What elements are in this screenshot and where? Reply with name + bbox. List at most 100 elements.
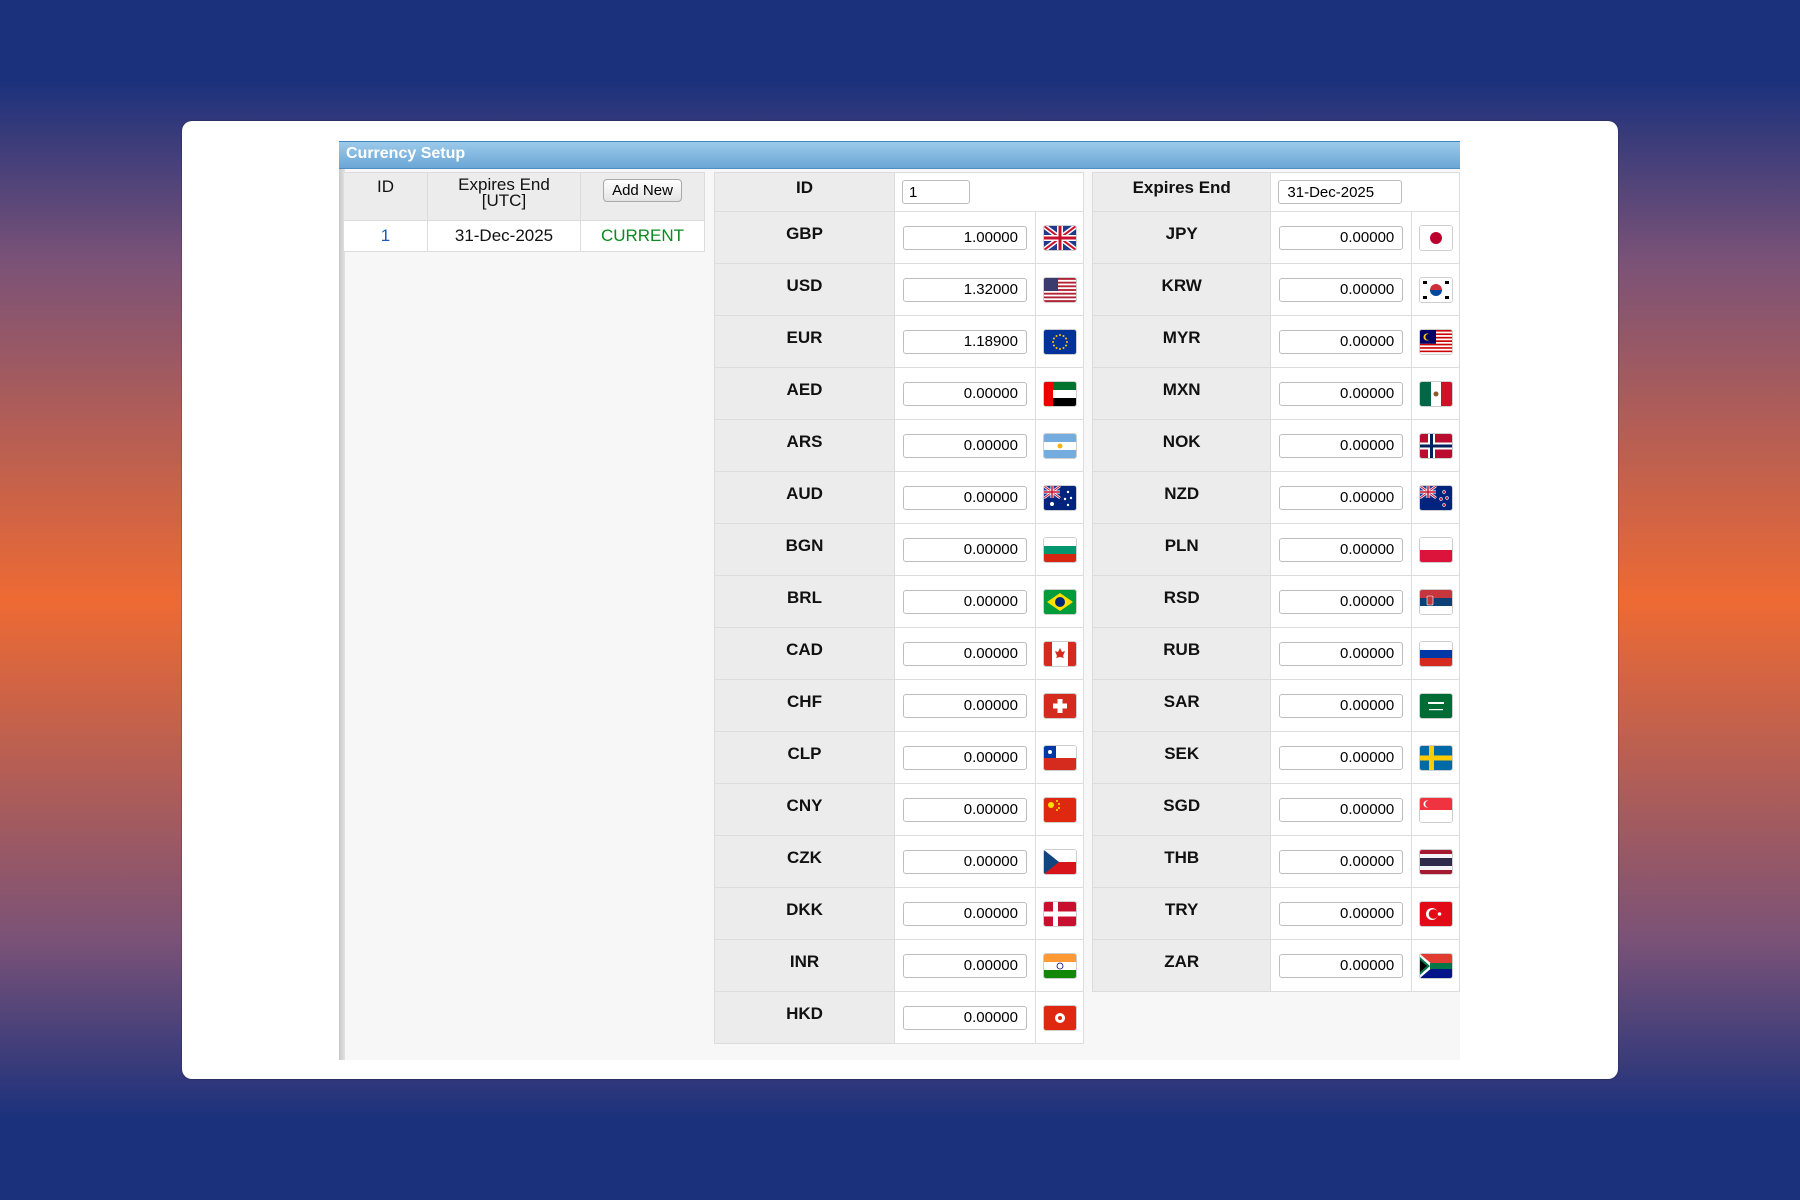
rate-input-jpy[interactable] [1279,225,1404,250]
currency-row-pln: PLN [1091,523,1460,576]
flag-cell [1035,731,1084,784]
rate-input-bgn[interactable] [903,537,1027,562]
rate-input-cad[interactable] [903,641,1027,666]
rate-input-clp[interactable] [903,745,1027,770]
currency-row-krw: KRW [1091,263,1460,316]
rate-input-sar[interactable] [1279,693,1404,718]
rate-input-mxn[interactable] [1279,381,1404,406]
china-flag-icon [1042,796,1077,823]
currency-row-sgd: SGD [1091,783,1460,836]
rate-input-usd[interactable] [903,277,1027,302]
rate-input-brl[interactable] [903,589,1027,614]
rate-input-ars[interactable] [903,433,1027,458]
currency-code-label: CHF [714,679,895,732]
rate-input-czk[interactable] [903,849,1027,874]
currency-row-jpy: JPY [1091,211,1460,264]
rate-input-sgd[interactable] [1279,797,1404,822]
flag-cell [1035,627,1084,680]
currency-code-label: BRL [714,575,895,628]
flag-cell [1035,471,1084,524]
rate-input-chf[interactable] [903,693,1027,718]
currency-row-myr: MYR [1091,315,1460,368]
rate-input-aud[interactable] [903,485,1027,510]
currency-code-label: HKD [714,991,895,1044]
column-header-id-label: ID [377,177,394,196]
flag-cell [1035,783,1084,836]
rate-cell [1270,523,1413,576]
rate-input-eur[interactable] [903,329,1027,354]
flag-cell [1411,679,1460,732]
row-id-cell: 1 [343,220,428,252]
rate-input-sek[interactable] [1279,745,1404,770]
hong-kong-flag-icon [1042,1004,1077,1031]
expires-date-input[interactable] [1278,180,1403,204]
switzerland-flag-icon [1042,692,1077,719]
id-field-cell [894,172,1084,212]
european-union-flag-icon [1042,328,1077,355]
rate-input-rub[interactable] [1279,641,1404,666]
currency-row-usd: USD [714,263,1084,316]
rate-input-rsd[interactable] [1279,589,1404,614]
currency-code-label: AUD [714,471,895,524]
currency-code-label: CZK [714,835,895,888]
norway-flag-icon [1418,432,1453,459]
rate-input-nzd[interactable] [1279,485,1404,510]
expires-field-row: Expires End [1091,172,1460,212]
rate-cell [1270,367,1413,420]
rate-input-gbp[interactable] [903,225,1027,250]
thailand-flag-icon [1418,848,1453,875]
rate-cell [894,523,1036,576]
currency-code-label: CLP [714,731,895,784]
russia-flag-icon [1418,640,1453,667]
column-header-expires-utc-label: [UTC] [481,191,527,210]
singapore-flag-icon [1418,796,1453,823]
id-input[interactable] [902,180,970,204]
row-id-link[interactable]: 1 [381,226,390,245]
currency-code-label: CNY [714,783,895,836]
rate-cell [1270,731,1413,784]
flag-cell [1411,419,1460,472]
rate-input-hkd[interactable] [903,1005,1027,1030]
currency-code-label: JPY [1091,211,1272,264]
australia-flag-icon [1042,484,1077,511]
flag-cell [1411,315,1460,368]
rate-input-nok[interactable] [1279,433,1404,458]
expires-field-label: Expires End [1091,172,1272,212]
rate-input-krw[interactable] [1279,277,1404,302]
rate-input-try[interactable] [1279,901,1404,926]
table-row[interactable]: 1 31-Dec-2025 CURRENT [343,220,705,252]
czech-flag-icon [1042,848,1077,875]
rate-cell [1270,211,1413,264]
currency-row-sar: SAR [1091,679,1460,732]
saudi-arabia-flag-icon [1418,692,1453,719]
rate-input-inr[interactable] [903,953,1027,978]
currency-row-hkd: HKD [714,991,1084,1044]
rate-input-cny[interactable] [903,797,1027,822]
rate-input-dkk[interactable] [903,901,1027,926]
canada-flag-icon [1042,640,1077,667]
currency-row-nok: NOK [1091,419,1460,472]
id-field-row: ID [714,172,1084,212]
rate-cell [894,991,1036,1044]
flag-cell [1035,211,1084,264]
currency-code-label: MYR [1091,315,1272,368]
currency-code-label: SEK [1091,731,1272,784]
currency-code-label: USD [714,263,895,316]
malaysia-flag-icon [1418,328,1453,355]
rate-input-thb[interactable] [1279,849,1404,874]
rate-input-zar[interactable] [1279,953,1404,978]
currency-row-rsd: RSD [1091,575,1460,628]
flag-cell [1411,887,1460,940]
add-new-button[interactable]: Add New [603,179,682,202]
new-zealand-flag-icon [1418,484,1453,511]
column-header-add: Add New [580,172,705,221]
column-header-id: ID [343,172,428,221]
flag-cell [1411,627,1460,680]
rate-cell [894,887,1036,940]
currency-code-label: KRW [1091,263,1272,316]
rate-cell [894,679,1036,732]
rate-cell [894,731,1036,784]
rate-input-myr[interactable] [1279,329,1404,354]
rate-input-pln[interactable] [1279,537,1404,562]
rate-input-aed[interactable] [903,381,1027,406]
